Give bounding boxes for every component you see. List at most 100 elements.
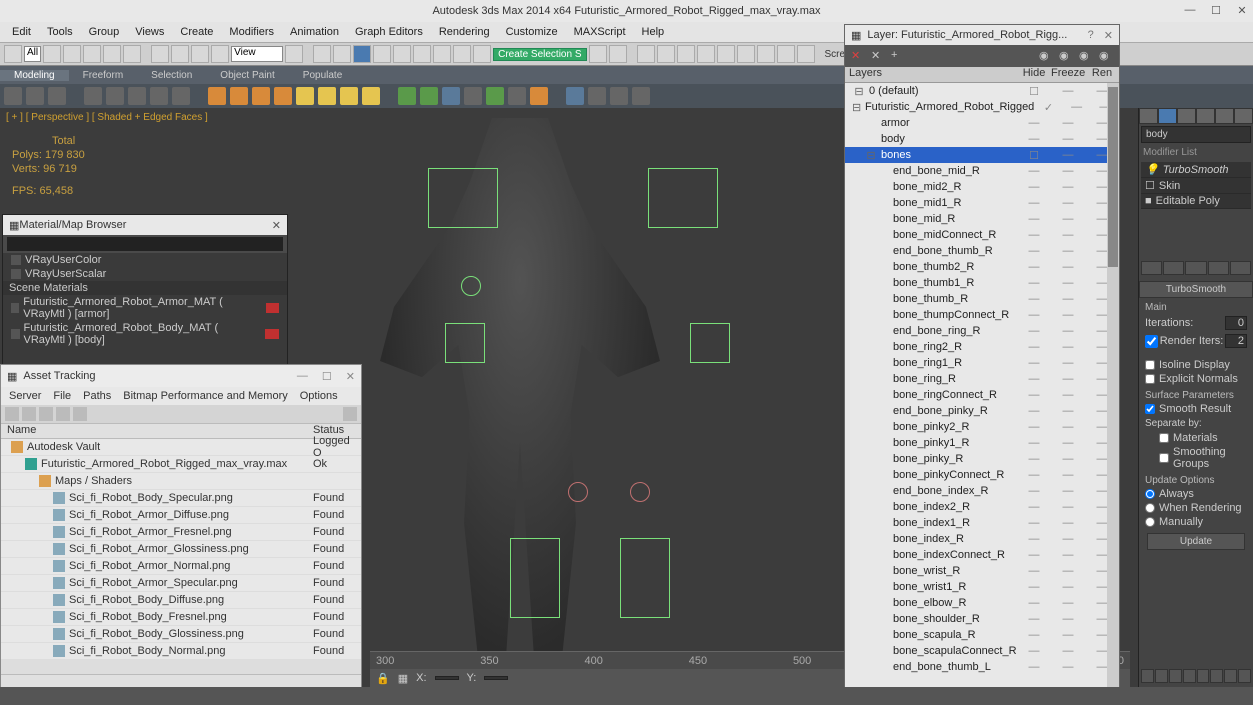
layer-row[interactable]: bone_pinkyConnect_R——— <box>845 467 1119 483</box>
play-btn[interactable] <box>1155 669 1168 683</box>
sep-mat-check[interactable] <box>1159 433 1169 443</box>
tool-btn[interactable] <box>191 45 209 63</box>
mat-row[interactable]: VRayUserScalar <box>3 267 287 281</box>
menu-tools[interactable]: Tools <box>39 26 81 38</box>
menu-help[interactable]: Help <box>634 26 673 38</box>
menu-views[interactable]: Views <box>127 26 172 38</box>
ribbon-icon[interactable] <box>84 87 102 105</box>
tool-btn[interactable] <box>171 45 189 63</box>
rig-helper[interactable] <box>630 482 650 502</box>
mat-search[interactable] <box>7 237 283 251</box>
named-sel-dropdown[interactable]: Create Selection S <box>493 48 586 61</box>
asset-menu-item[interactable]: Bitmap Performance and Memory <box>123 390 287 402</box>
ribbon-icon[interactable] <box>566 87 584 105</box>
tool-btn[interactable] <box>677 45 695 63</box>
ribbon-icon[interactable] <box>128 87 146 105</box>
tool-btn[interactable] <box>757 45 775 63</box>
ribbon-icon[interactable] <box>632 87 650 105</box>
filter-dropdown[interactable]: All <box>24 46 41 62</box>
tool-btn[interactable] <box>313 45 331 63</box>
layer-row[interactable]: end_bone_thumb_R——— <box>845 243 1119 259</box>
layer-row[interactable]: ⊟0 (default)☐—— <box>845 83 1119 99</box>
sep-grp-check[interactable] <box>1159 453 1169 463</box>
ribbon-tab-populate[interactable]: Populate <box>289 70 356 81</box>
iterations-spinner[interactable]: 0 <box>1225 316 1247 330</box>
ribbon-icon[interactable] <box>150 87 168 105</box>
ribbon-icon[interactable] <box>508 87 526 105</box>
asset-tool[interactable] <box>56 407 70 421</box>
layer-row[interactable]: bone_thumb_R——— <box>845 291 1119 307</box>
viewport-label[interactable]: [ + ] [ Perspective ] [ Shaded + Edged F… <box>6 112 208 123</box>
asset-tool[interactable] <box>22 407 36 421</box>
asset-row[interactable]: Futuristic_Armored_Robot_Rigged_max_vray… <box>1 456 361 473</box>
play-btn[interactable] <box>1183 669 1196 683</box>
asset-row[interactable]: Sci_fi_Robot_Body_Fresnel.pngFound <box>1 609 361 626</box>
ribbon-icon[interactable] <box>106 87 124 105</box>
asset-row[interactable]: Sci_fi_Robot_Body_Diffuse.pngFound <box>1 592 361 609</box>
ribbon-icon[interactable] <box>340 87 358 105</box>
layer-row[interactable]: end_bone_mid_R——— <box>845 163 1119 179</box>
tool-btn[interactable] <box>211 45 229 63</box>
close-icon[interactable]: ✕ <box>346 370 355 383</box>
menu-rendering[interactable]: Rendering <box>431 26 498 38</box>
ribbon-icon[interactable] <box>4 87 22 105</box>
close-icon[interactable]: ✕ <box>1235 4 1249 18</box>
layer-row[interactable]: bone_pinky1_R——— <box>845 435 1119 451</box>
ribbon-icon[interactable] <box>274 87 292 105</box>
menu-edit[interactable]: Edit <box>4 26 39 38</box>
layer-row[interactable]: bone_thumpConnect_R——— <box>845 307 1119 323</box>
tool-btn[interactable] <box>353 45 371 63</box>
asset-row[interactable]: Sci_fi_Robot_Armor_Fresnel.pngFound <box>1 524 361 541</box>
refcoord-dropdown[interactable]: View <box>231 46 283 62</box>
tool-btn[interactable] <box>151 45 169 63</box>
rig-helper[interactable] <box>461 276 481 296</box>
tool-btn[interactable] <box>4 45 22 63</box>
asset-row[interactable]: Autodesk VaultLogged O <box>1 439 361 456</box>
play-btn[interactable] <box>1224 669 1237 683</box>
layer-row[interactable]: bone_index_R——— <box>845 531 1119 547</box>
layer-tool[interactable]: + <box>891 49 905 63</box>
layer-row[interactable]: bone_mid2_R——— <box>845 179 1119 195</box>
tab-utilities[interactable] <box>1234 108 1253 124</box>
asset-row[interactable]: Sci_fi_Robot_Armor_Glossiness.pngFound <box>1 541 361 558</box>
ribbon-tab-modeling[interactable]: Modeling <box>0 70 69 81</box>
layer-tool[interactable]: ✕ <box>851 49 865 63</box>
maximize-icon[interactable]: ☐ <box>322 370 332 383</box>
ribbon-icon[interactable] <box>362 87 380 105</box>
explicit-check[interactable] <box>1145 374 1155 384</box>
layer-row[interactable]: bone_ring_R——— <box>845 371 1119 387</box>
layer-row[interactable]: end_bone_thumb_L——— <box>845 659 1119 675</box>
menu-animation[interactable]: Animation <box>282 26 347 38</box>
rig-helper[interactable] <box>428 168 498 228</box>
play-btn[interactable] <box>1141 669 1154 683</box>
smooth-check[interactable] <box>1145 404 1155 414</box>
col-name[interactable]: Name <box>1 424 313 438</box>
stack-btn[interactable] <box>1208 261 1229 275</box>
tab-motion[interactable] <box>1196 108 1215 124</box>
tool-btn[interactable] <box>333 45 351 63</box>
tool-btn[interactable] <box>433 45 451 63</box>
rig-helper[interactable] <box>568 482 588 502</box>
tool-btn[interactable] <box>413 45 431 63</box>
coord-x-field[interactable] <box>435 676 459 680</box>
tool-btn[interactable] <box>43 45 61 63</box>
layer-row[interactable]: bone_scapulaConnect_R——— <box>845 643 1119 659</box>
layer-row[interactable]: bone_ring2_R——— <box>845 339 1119 355</box>
ribbon-icon[interactable] <box>208 87 226 105</box>
ribbon-tab-freeform[interactable]: Freeform <box>69 70 138 81</box>
ribbon-icon[interactable] <box>398 87 416 105</box>
layer-row[interactable]: bone_wrist1_R——— <box>845 579 1119 595</box>
ribbon-icon[interactable] <box>296 87 314 105</box>
rig-helper[interactable] <box>690 323 730 363</box>
tool-btn[interactable] <box>63 45 81 63</box>
tab-hierarchy[interactable] <box>1177 108 1196 124</box>
tool-btn[interactable] <box>777 45 795 63</box>
asset-row[interactable]: Sci_fi_Robot_Body_Normal.pngFound <box>1 643 361 660</box>
col-hide[interactable]: Hide <box>1017 67 1051 82</box>
ribbon-icon[interactable] <box>48 87 66 105</box>
upd-render-radio[interactable] <box>1145 503 1155 513</box>
play-btn[interactable] <box>1210 669 1223 683</box>
ribbon-icon[interactable] <box>318 87 336 105</box>
layer-row[interactable]: end_bone_ring_R——— <box>845 323 1119 339</box>
asset-row[interactable]: Sci_fi_Robot_Armor_Normal.pngFound <box>1 558 361 575</box>
